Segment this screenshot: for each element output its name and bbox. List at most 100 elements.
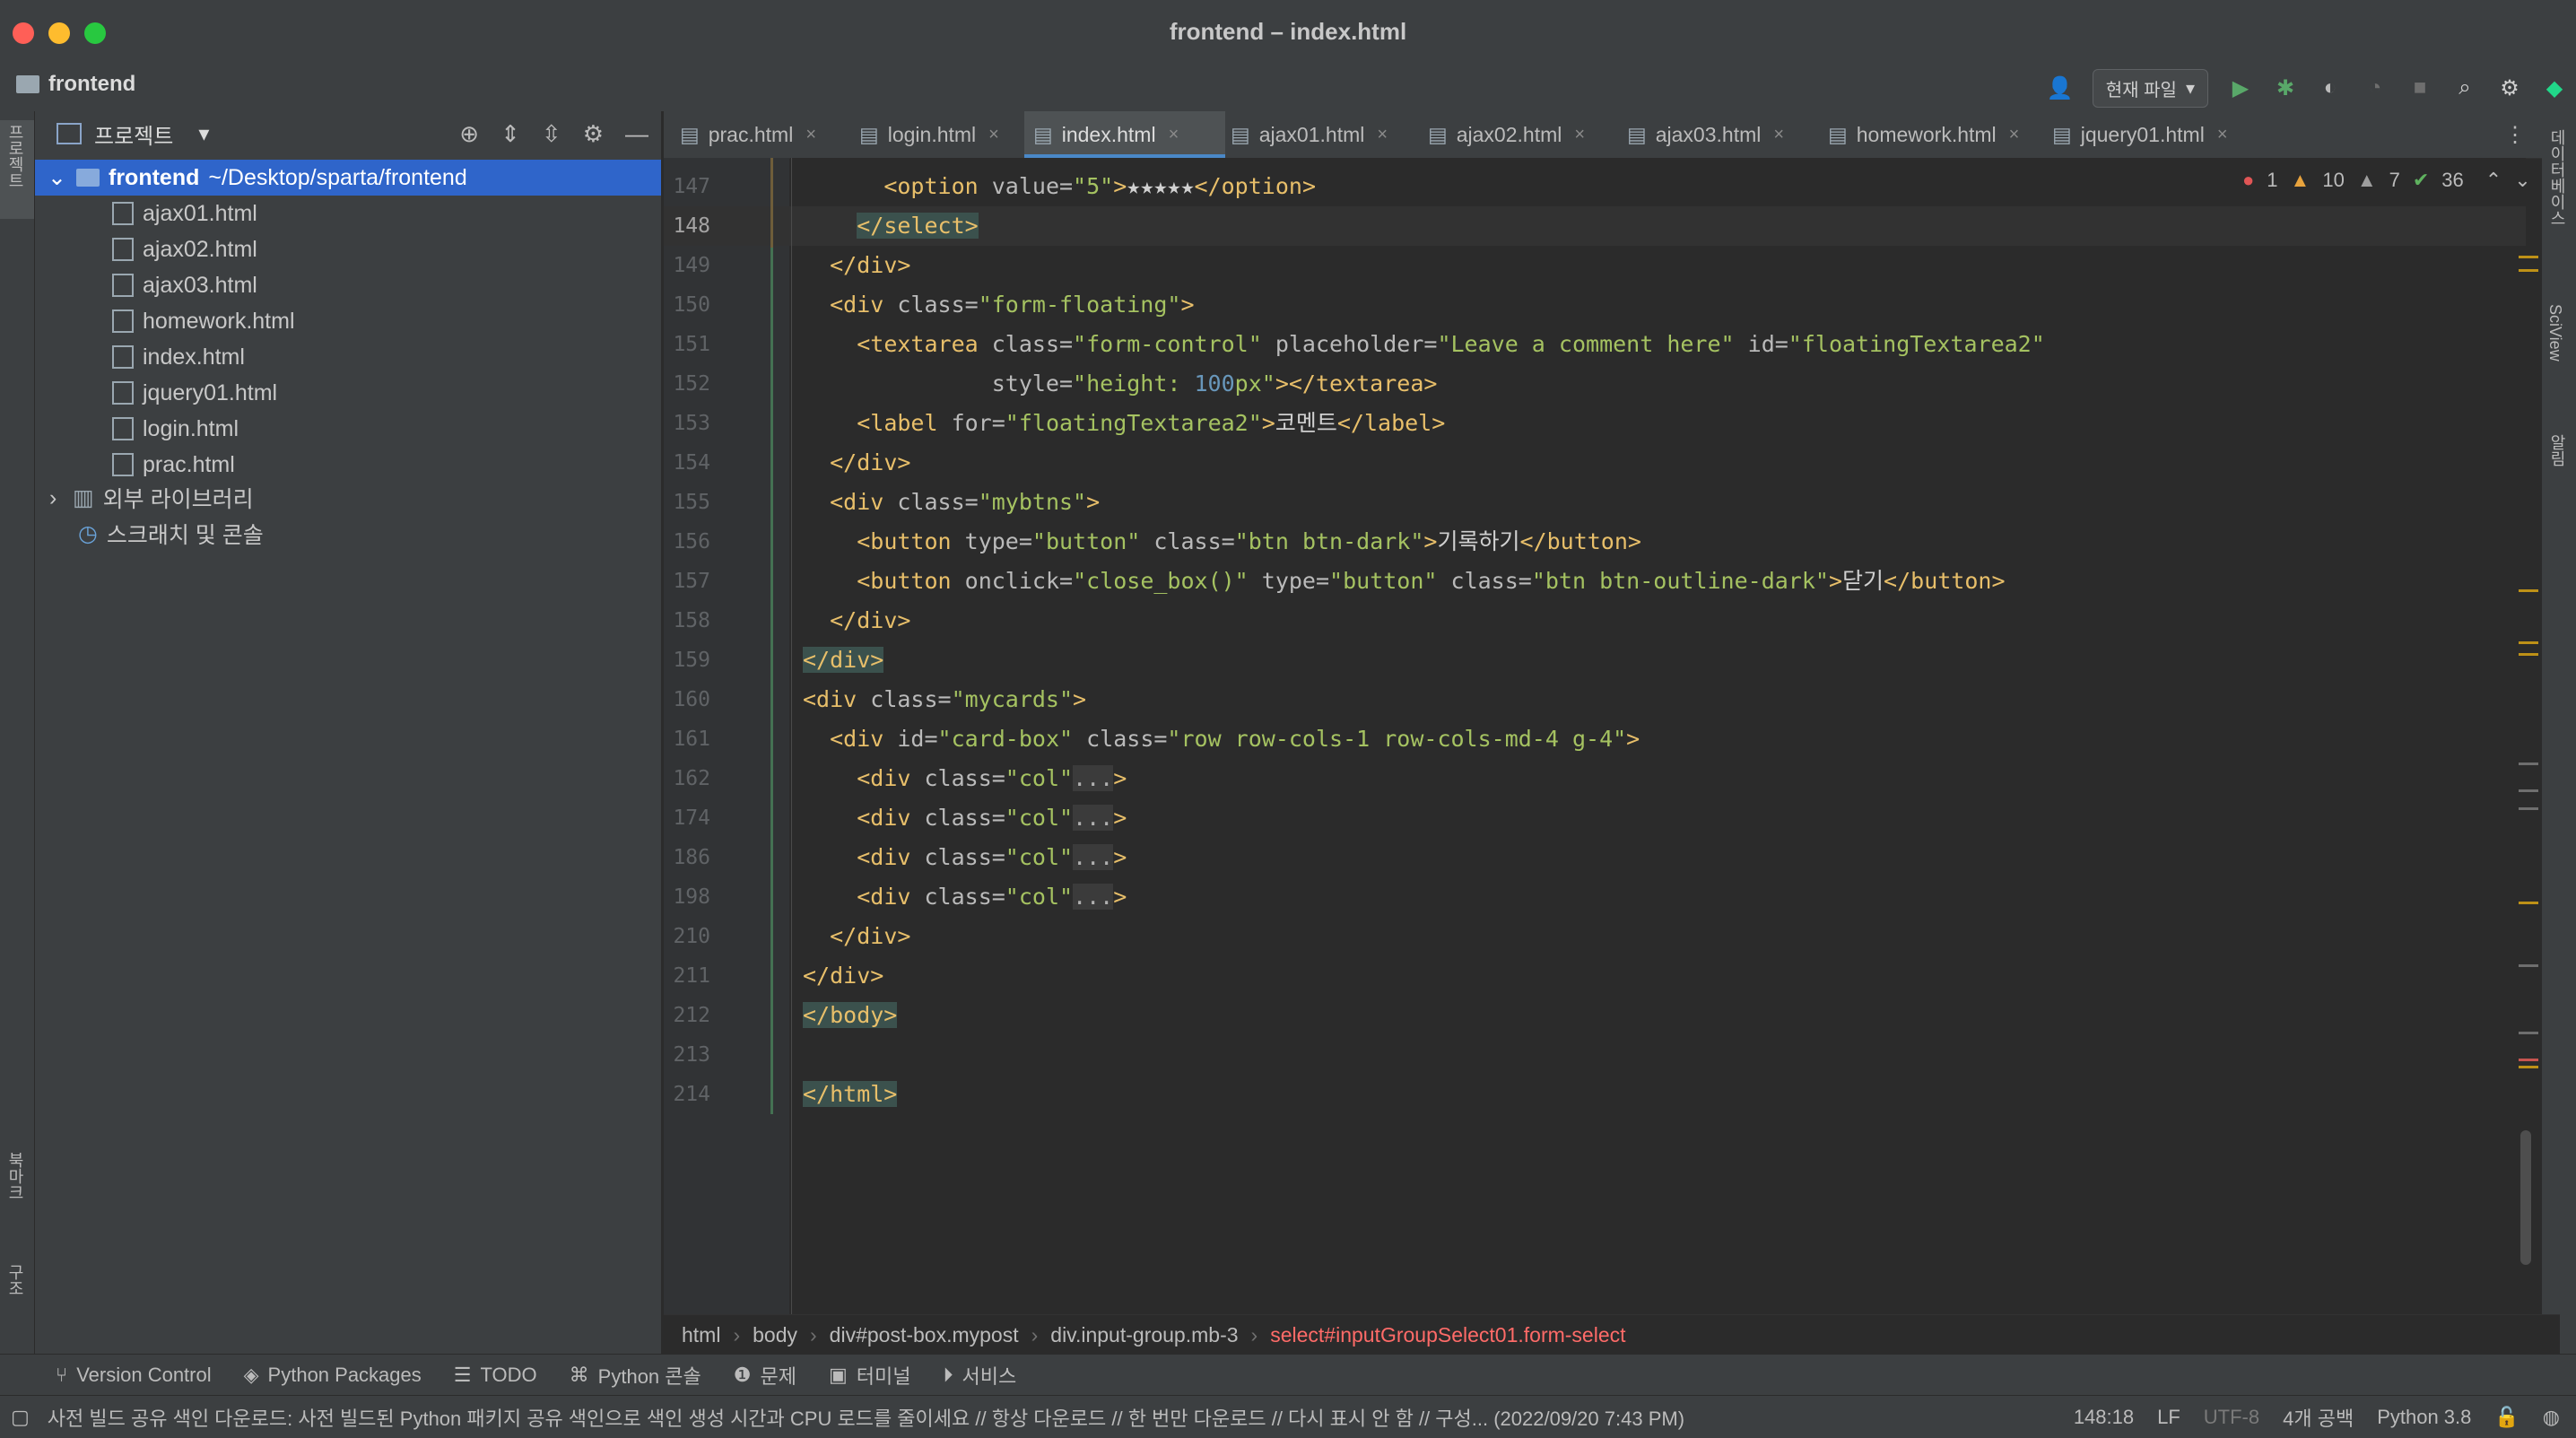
status-message[interactable]: 사전 빌드 공유 색인 다운로드: 사전 빌드된 Python 패키지 공유 색… [48, 1403, 1684, 1432]
line-number[interactable]: 156 [664, 522, 710, 562]
tab-index[interactable]: ▤ index.html × [1024, 111, 1225, 158]
line-number[interactable]: 153 [664, 404, 710, 443]
weak-warning-marker[interactable] [2519, 964, 2538, 967]
expand-all-icon[interactable]: ⇕ [500, 120, 520, 148]
line-number[interactable]: 198 [664, 877, 710, 917]
weak-warning-marker[interactable] [2519, 789, 2538, 792]
search-icon[interactable]: ⌕ [2452, 75, 2477, 100]
line-number[interactable]: 160 [664, 680, 710, 719]
tool-problems[interactable]: ❶ 문제 [734, 1361, 796, 1390]
line-number[interactable]: 154 [664, 443, 710, 483]
tab-login[interactable]: ▤ login.html × [859, 111, 1039, 158]
weak-warning-marker[interactable] [2519, 1032, 2538, 1034]
warning-marker[interactable] [2519, 641, 2538, 644]
close-icon[interactable]: × [805, 125, 816, 145]
tool-terminal[interactable]: ▣ 터미널 [829, 1361, 911, 1390]
close-icon[interactable]: × [1773, 125, 1784, 145]
scrollbar[interactable] [2520, 1130, 2531, 1265]
line-number[interactable]: 211 [664, 956, 710, 996]
project-panel-title[interactable]: 프로젝트 [94, 118, 173, 150]
run-config-selector[interactable]: 현재 파일 ▾ [2092, 68, 2208, 108]
close-icon[interactable]: × [988, 125, 999, 145]
line-number[interactable]: 186 [664, 838, 710, 877]
tab-homework[interactable]: ▤ homework.html × [1828, 111, 2049, 158]
line-number[interactable]: 162 [664, 759, 710, 798]
line-number[interactable]: 148 [664, 206, 710, 246]
tab-jquery01[interactable]: ▤ jquery01.html × [2052, 111, 2258, 158]
line-number[interactable]: 212 [664, 996, 710, 1035]
warning-marker[interactable] [2519, 589, 2538, 592]
weak-warning-marker[interactable] [2519, 807, 2538, 810]
warning-marker[interactable] [2519, 902, 2538, 904]
tree-file[interactable]: ajax01.html [35, 196, 661, 231]
inspection-widget[interactable]: ● 1 ▲ 10 ▲ 7 ✔ 36 ⌃ ⌄ [2242, 169, 2531, 192]
tool-todo[interactable]: ☰ TODO [454, 1364, 537, 1387]
line-separator[interactable]: LF [2157, 1406, 2180, 1429]
indent-setting[interactable]: 4개 공백 [2283, 1403, 2354, 1432]
line-number[interactable]: 213 [664, 1035, 710, 1075]
breadcrumb-body[interactable]: body [753, 1323, 797, 1347]
close-icon[interactable]: × [1169, 125, 1179, 145]
line-number[interactable]: 158 [664, 601, 710, 641]
tree-file[interactable]: login.html [35, 411, 661, 447]
line-number[interactable]: 174 [664, 798, 710, 838]
tree-external-libraries[interactable]: › ▥ 외부 라이브러리 [35, 480, 661, 516]
chevron-down-icon[interactable]: ⌄ [2514, 169, 2530, 192]
database-strip-label[interactable]: 데이터베이스 [2546, 129, 2569, 226]
line-number[interactable]: 210 [664, 917, 710, 956]
close-icon[interactable]: × [1377, 125, 1388, 145]
gear-icon[interactable]: ⚙ [583, 120, 604, 148]
line-number[interactable]: 159 [664, 641, 710, 680]
nav-project[interactable]: frontend [16, 72, 135, 97]
line-number[interactable]: 152 [664, 364, 710, 404]
error-marker[interactable] [2519, 1059, 2538, 1061]
tree-file[interactable]: index.html [35, 339, 661, 375]
run-icon[interactable]: ▶ [2228, 75, 2253, 100]
breadcrumb-html[interactable]: html [682, 1323, 720, 1347]
line-number[interactable]: 149 [664, 246, 710, 285]
line-number[interactable]: 147 [664, 167, 710, 206]
notifications-strip-label[interactable]: 알림 [2546, 434, 2569, 466]
tab-ajax01[interactable]: ▤ ajax01.html × [1231, 111, 1424, 158]
tool-version-control[interactable]: ⑂ Version Control [56, 1364, 212, 1387]
line-number[interactable]: 157 [664, 562, 710, 601]
weak-warning-marker[interactable] [2519, 763, 2538, 765]
tab-ajax03[interactable]: ▤ ajax03.html × [1627, 111, 1821, 158]
breadcrumb-select[interactable]: select#inputGroupSelect01.form-select [1270, 1323, 1625, 1347]
debug-icon[interactable]: ✱ [2273, 75, 2298, 100]
close-icon[interactable]: × [1574, 125, 1585, 145]
breadcrumb-input-group[interactable]: div.input-group.mb-3 [1050, 1323, 1238, 1347]
line-number[interactable]: 214 [664, 1075, 710, 1114]
tree-file[interactable]: jquery01.html [35, 375, 661, 411]
tree-scratches[interactable]: ◷ 스크래치 및 콘솔 [35, 516, 661, 552]
close-icon[interactable]: × [2009, 125, 2020, 145]
tool-services[interactable]: ⏵ 서비스 [944, 1361, 1017, 1390]
close-icon[interactable]: × [2217, 125, 2228, 145]
profile-icon[interactable]: ◔ [2363, 75, 2388, 100]
lock-icon[interactable]: 🔓 [2494, 1406, 2519, 1429]
toggle-tool-windows-icon[interactable]: ▢ [11, 1406, 30, 1429]
bookmarks-strip-label[interactable]: 북마크 [4, 1152, 27, 1200]
warning-marker[interactable] [2519, 653, 2538, 656]
user-icon[interactable]: 👤 [2047, 75, 2074, 100]
tool-python-console[interactable]: ⌘ Python 콘솔 [570, 1361, 701, 1390]
tree-file[interactable]: ajax03.html [35, 267, 661, 303]
warning-marker[interactable] [2519, 1066, 2538, 1068]
line-number[interactable]: 150 [664, 285, 710, 325]
warning-marker[interactable] [2519, 256, 2538, 258]
more-tabs-icon[interactable]: ⋮ [2504, 122, 2526, 148]
tree-file[interactable]: prac.html [35, 447, 661, 483]
tree-file[interactable]: homework.html [35, 303, 661, 339]
line-number[interactable]: 155 [664, 483, 710, 522]
memory-icon[interactable]: ◍ [2543, 1406, 2560, 1429]
caret-position[interactable]: 148:18 [2074, 1406, 2134, 1429]
line-number[interactable]: 161 [664, 719, 710, 759]
file-encoding[interactable]: UTF-8 [2204, 1406, 2259, 1429]
breadcrumb-post-box[interactable]: div#post-box.mypost [830, 1323, 1019, 1347]
collapse-all-icon[interactable]: ⇳ [542, 120, 561, 148]
line-number[interactable]: 151 [664, 325, 710, 364]
tab-prac[interactable]: ▤ prac.html × [680, 111, 856, 158]
python-interpreter[interactable]: Python 3.8 [2377, 1406, 2471, 1429]
chevron-up-icon[interactable]: ⌃ [2485, 169, 2502, 192]
tree-root-frontend[interactable]: ⌄ frontend ~/Desktop/sparta/frontend [35, 160, 661, 196]
